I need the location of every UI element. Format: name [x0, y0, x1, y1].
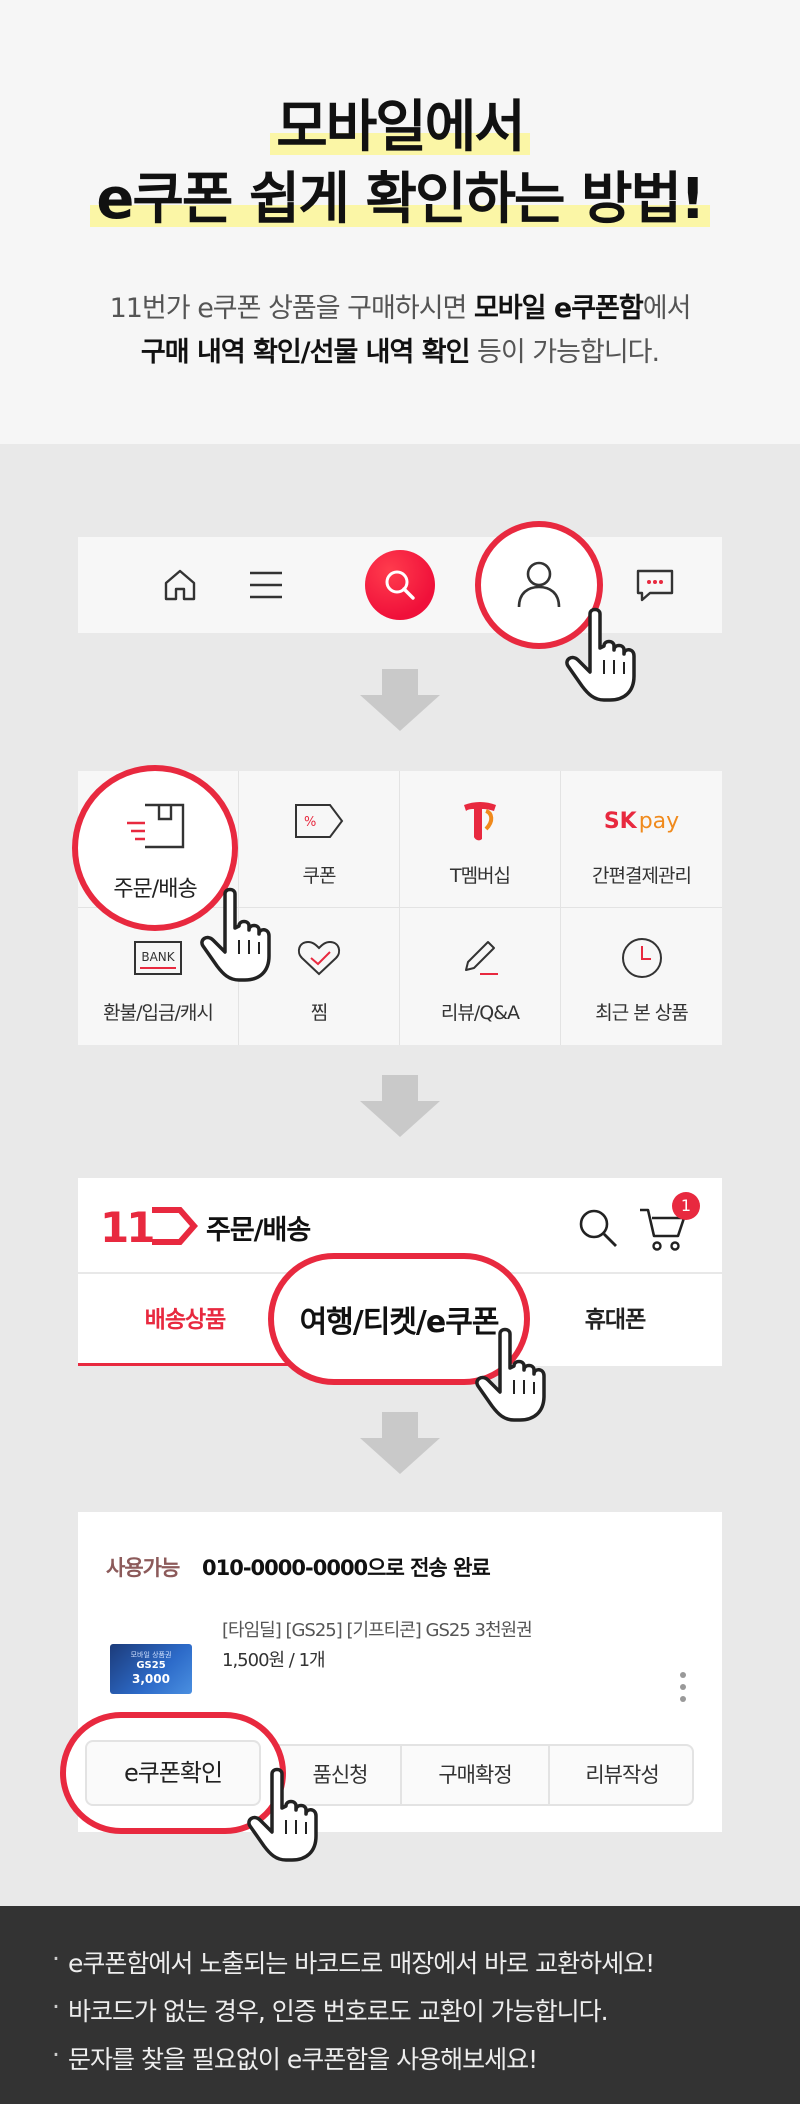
delivery-status-text: 010-0000-0000으로 전송 완료	[202, 1556, 491, 1580]
box-icon	[78, 801, 232, 851]
pencil-icon	[400, 936, 560, 980]
page-title: 주문/배송	[206, 1215, 311, 1246]
intro-header: 모바일에서 e쿠폰 쉽게 확인하는 방법! 11번가 e쿠폰 상품을 구매하시면…	[0, 0, 800, 444]
svg-text:BANK: BANK	[141, 950, 175, 964]
11st-logo[interactable]: 11	[100, 1204, 198, 1248]
clock-icon	[561, 936, 722, 980]
write-review-button[interactable]: 리뷰작성	[548, 1746, 694, 1804]
menu-label: 간편결제관리	[592, 865, 692, 887]
search-icon	[385, 570, 415, 600]
more-options-icon[interactable]	[678, 1672, 688, 1712]
menu-label: 리뷰/Q&A	[440, 1002, 520, 1024]
menu-label: 찜	[310, 1002, 328, 1024]
menu-icon[interactable]	[226, 537, 306, 633]
status-badge: 사용가능	[106, 1556, 180, 1580]
product-thumbnail[interactable]: 모바일 상품권 GS25 3,000	[110, 1644, 192, 1694]
pointer-hand-icon	[200, 887, 271, 982]
product-name[interactable]: [타임딜] [GS25] [기프티콘] GS25 3천원권	[222, 1616, 533, 1642]
sk-pay-logo: SK pay	[603, 808, 680, 834]
note-item: 바코드가 없는 경우, 인증 번호로도 교환이 가능합니다.	[52, 1992, 609, 2028]
subtitle-line-1: 11번가 e쿠폰 상품을 구매하시면 모바일 e쿠폰함에서	[109, 293, 692, 324]
pointer-hand-icon	[475, 1327, 546, 1422]
menu-item-recent[interactable]: 최근 본 상품	[561, 908, 722, 1045]
ecoupon-check-button[interactable]: e쿠폰확인	[85, 1740, 261, 1806]
pointer-hand-icon	[565, 607, 636, 702]
menu-label: 최근 본 상품	[595, 1002, 688, 1024]
t-logo-icon	[400, 799, 560, 843]
menu-item-review[interactable]: 리뷰/Q&A	[400, 908, 561, 1045]
menu-label: 환불/입금/캐시	[103, 1002, 214, 1024]
pointer-hand-icon	[247, 1767, 318, 1862]
menu-item-easy-pay[interactable]: SK pay 간편결제관리	[561, 771, 722, 908]
svg-text:%: %	[304, 815, 316, 830]
step-arrow-icon	[360, 669, 440, 731]
search-icon[interactable]	[576, 1206, 620, 1250]
note-item: 문자를 찾을 필요없이 e쿠폰함을 사용해보세요!	[52, 2040, 538, 2076]
coupon-icon: %	[239, 799, 399, 843]
notes-footer: e쿠폰함에서 노출되는 바코드로 매장에서 바로 교환하세요! 바코드가 없는 …	[0, 1906, 800, 2104]
cart-count-badge: 1	[672, 1192, 700, 1220]
product-price: 1,500원 / 1개	[222, 1650, 326, 1671]
step-arrow-icon	[360, 1412, 440, 1474]
menu-label: T멤버십	[449, 865, 511, 887]
search-button[interactable]	[365, 550, 435, 620]
subtitle-line-2: 구매 내역 확인/선물 내역 확인 등이 가능합니다.	[140, 337, 660, 368]
note-item: e쿠폰함에서 노출되는 바코드로 매장에서 바로 교환하세요!	[52, 1944, 655, 1980]
home-icon[interactable]	[140, 537, 220, 633]
user-icon	[517, 561, 561, 608]
menu-item-t-membership[interactable]: T멤버십	[400, 771, 561, 908]
tab-shipping-items[interactable]: 배송상품	[78, 1274, 292, 1366]
title-line-1: 모바일에서	[0, 96, 800, 160]
svg-text:11: 11	[100, 1204, 153, 1248]
confirm-purchase-button[interactable]: 구매확정	[400, 1746, 548, 1804]
title-line-2: e쿠폰 쉽게 확인하는 방법!	[0, 168, 800, 232]
step-arrow-icon	[360, 1075, 440, 1137]
